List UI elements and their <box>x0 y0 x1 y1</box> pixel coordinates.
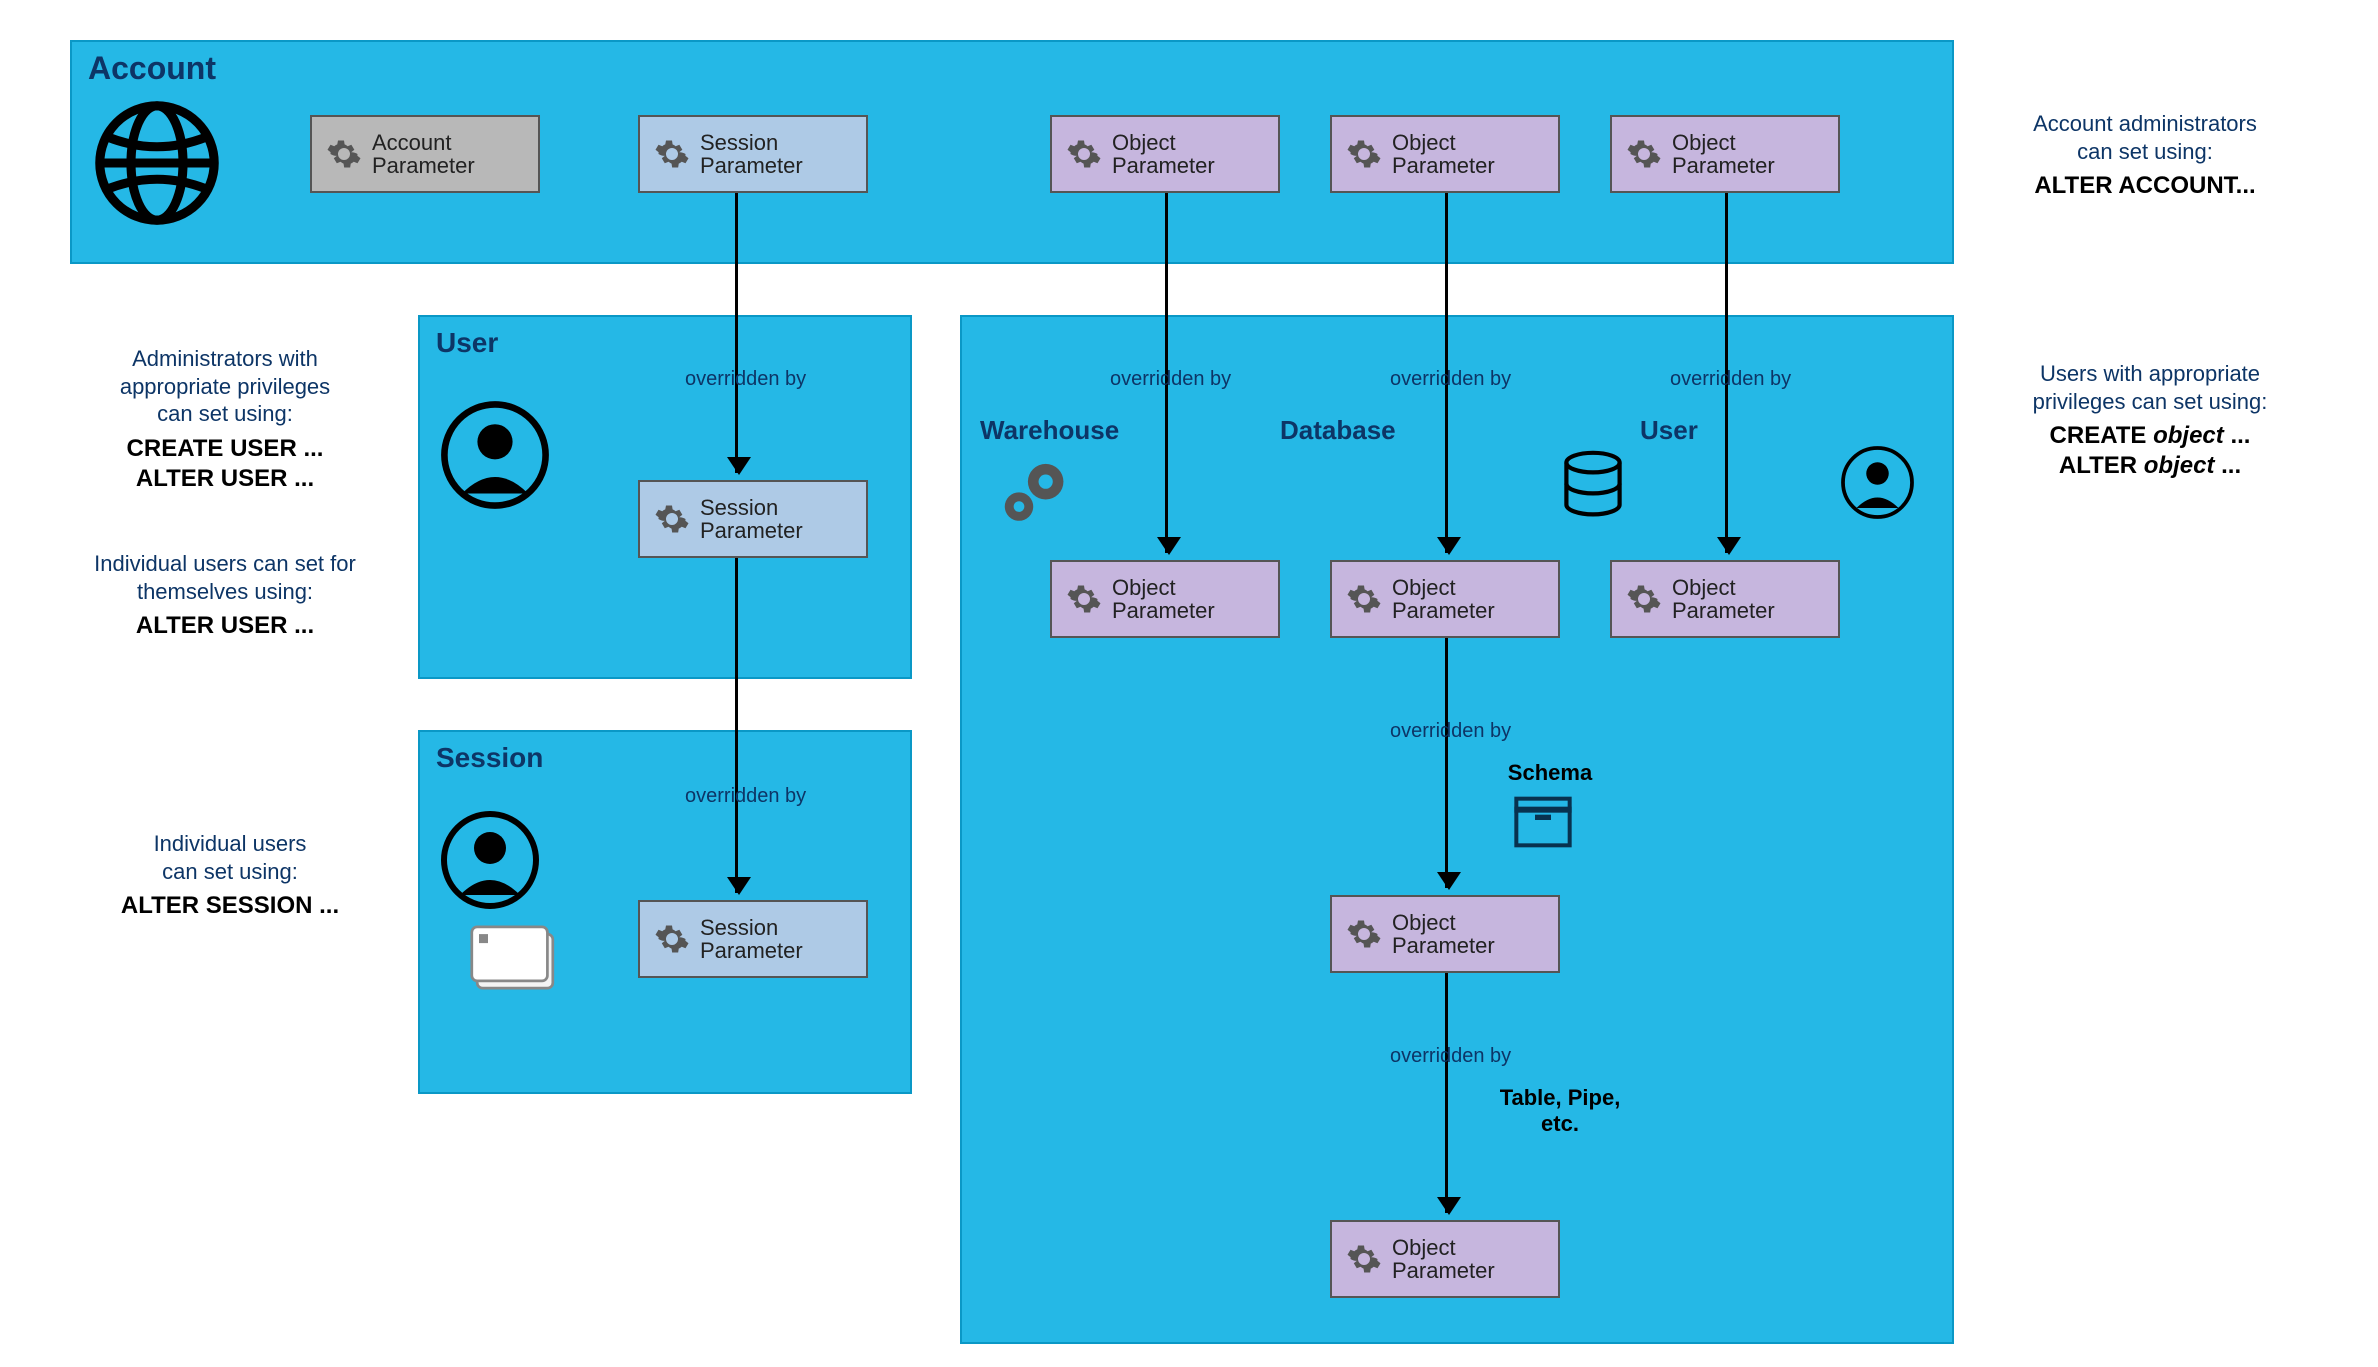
param-label: Object Parameter <box>1112 576 1215 622</box>
session-parameter-user: Session Parameter <box>638 480 868 558</box>
gear-icon <box>1346 916 1382 952</box>
gears-icon <box>990 455 1080 535</box>
side-cmd: ALTER ACCOUNT... <box>1970 171 2320 201</box>
gear-icon <box>1626 136 1662 172</box>
schema-title: Schema <box>1490 760 1610 786</box>
user-icon <box>440 810 540 910</box>
userobj-title: User <box>1640 415 1698 446</box>
warehouse-title: Warehouse <box>980 415 1119 446</box>
object-parameter-warehouse: Object Parameter <box>1050 560 1280 638</box>
side-text: Account administrators can set using: <box>1970 110 2320 165</box>
overridden-label: overridden by <box>1390 720 1511 743</box>
object-parameter-account-2: Object Parameter <box>1330 115 1560 193</box>
session-title: Session <box>436 742 543 774</box>
account-title: Account <box>88 50 216 87</box>
param-label: Object Parameter <box>1392 131 1495 177</box>
side-admin: Administrators with appropriate privileg… <box>60 345 390 494</box>
gear-icon <box>1346 1241 1382 1277</box>
session-parameter-session: Session Parameter <box>638 900 868 978</box>
user-icon <box>1840 445 1915 520</box>
param-label: Object Parameter <box>1672 131 1775 177</box>
session-parameter-account: Session Parameter <box>638 115 868 193</box>
side-cmd: ALTER USER ... <box>50 611 400 641</box>
side-account: Account administrators can set using: AL… <box>1970 110 2320 201</box>
side-text: Administrators with appropriate privileg… <box>60 345 390 428</box>
gear-icon <box>654 136 690 172</box>
overridden-label: overridden by <box>685 785 806 808</box>
gear-icon <box>326 136 362 172</box>
overridden-label: overridden by <box>1670 368 1791 391</box>
param-label: Object Parameter <box>1392 911 1495 957</box>
database-title: Database <box>1280 415 1396 446</box>
side-text: Individual users can set for themselves … <box>50 550 400 605</box>
side-cmd: CREATE object ... ALTER object ... <box>1970 421 2330 481</box>
param-label: Object Parameter <box>1392 576 1495 622</box>
param-label: Object Parameter <box>1392 1236 1495 1282</box>
overridden-label: overridden by <box>685 368 806 391</box>
table-title: Table, Pipe, etc. <box>1470 1085 1650 1137</box>
gear-icon <box>1346 136 1382 172</box>
object-parameter-account-3: Object Parameter <box>1610 115 1840 193</box>
object-parameter-userobj: Object Parameter <box>1610 560 1840 638</box>
overridden-label: overridden by <box>1390 368 1511 391</box>
side-text: Users with appropriate privileges can se… <box>1970 360 2330 415</box>
user-icon <box>440 400 550 510</box>
side-cmd: CREATE USER ... ALTER USER ... <box>60 434 390 494</box>
globe-icon <box>92 98 222 228</box>
object-parameter-database: Object Parameter <box>1330 560 1560 638</box>
param-label: Object Parameter <box>1112 131 1215 177</box>
side-text: Individual users can set using: <box>70 830 390 885</box>
side-indiv-session: Individual users can set using: ALTER SE… <box>70 830 390 921</box>
arrow <box>735 193 738 473</box>
terminal-icon <box>470 920 560 995</box>
param-label: Session Parameter <box>700 496 803 542</box>
param-label: Object Parameter <box>1672 576 1775 622</box>
side-indiv-user: Individual users can set for themselves … <box>50 550 400 641</box>
gear-icon <box>1066 581 1102 617</box>
side-object: Users with appropriate privileges can se… <box>1970 360 2330 481</box>
arrow <box>735 558 738 893</box>
overridden-label: overridden by <box>1110 368 1231 391</box>
gear-icon <box>654 501 690 537</box>
schema-icon <box>1508 792 1578 852</box>
user-title: User <box>436 327 498 359</box>
arrow <box>1445 973 1448 1213</box>
param-label: Account Parameter <box>372 131 475 177</box>
arrow <box>1445 638 1448 888</box>
object-parameter-schema: Object Parameter <box>1330 895 1560 973</box>
side-cmd: ALTER SESSION ... <box>70 891 390 921</box>
gear-icon <box>1626 581 1662 617</box>
object-parameter-account-1: Object Parameter <box>1050 115 1280 193</box>
gear-icon <box>1066 136 1102 172</box>
object-panel <box>960 315 1954 1344</box>
overridden-label: overridden by <box>1390 1045 1511 1068</box>
param-label: Session Parameter <box>700 131 803 177</box>
gear-icon <box>1346 581 1382 617</box>
database-icon <box>1558 450 1628 520</box>
account-parameter: Account Parameter <box>310 115 540 193</box>
param-label: Session Parameter <box>700 916 803 962</box>
object-parameter-table: Object Parameter <box>1330 1220 1560 1298</box>
gear-icon <box>654 921 690 957</box>
